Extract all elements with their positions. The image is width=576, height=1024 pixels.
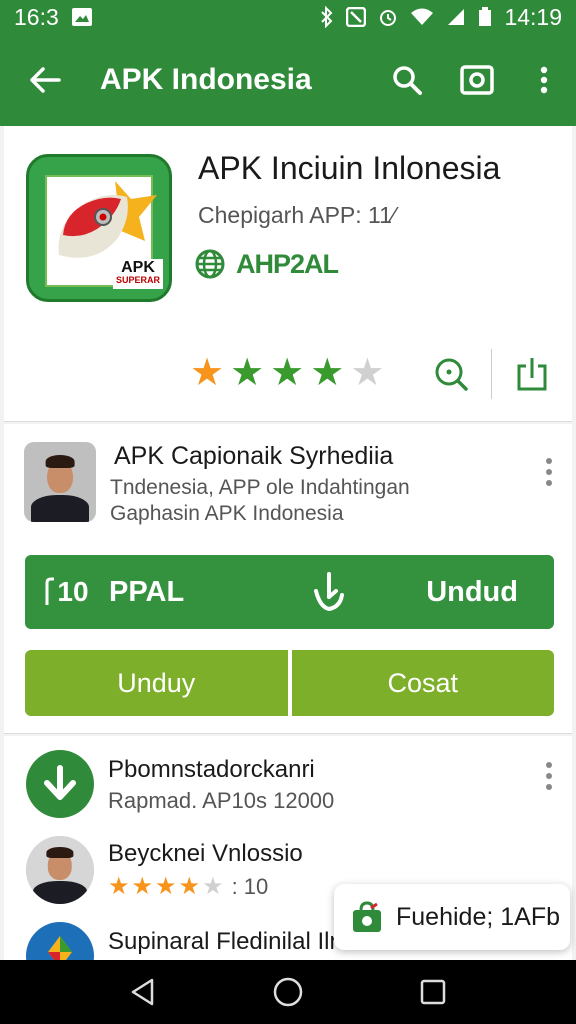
search-icon (393, 66, 422, 95)
cosat-button[interactable]: Cosat (291, 650, 554, 716)
developer-row[interactable]: AHP2AL (194, 248, 339, 280)
publisher-card: APK Capionaik Syrhediia Tndenesia, APP o… (4, 424, 572, 734)
battery-icon (478, 7, 492, 27)
overflow-menu-button[interactable] (512, 34, 576, 126)
search-button[interactable] (372, 34, 442, 126)
publisher-title: APK Capionaik Syrhediia (114, 442, 394, 470)
alarm-icon (378, 7, 398, 27)
screenshot-button[interactable] (442, 34, 512, 126)
bluetooth-icon (320, 6, 334, 28)
share-button[interactable] (492, 344, 572, 404)
touch-download-icon (269, 571, 388, 613)
download-bar[interactable]: 10 PPAL Undud (25, 555, 554, 629)
publisher-location: Gaphasin APK Indonesia (110, 502, 344, 525)
download-left-label: PPAL (109, 575, 185, 608)
arrow-back-icon (30, 67, 61, 93)
nfc-icon (346, 7, 367, 27)
app-header-card: APK SUPERAR APK Inciuin Inlonesia Chepig… (4, 126, 572, 422)
status-time-left: 16:3 (14, 3, 59, 30)
wifi-icon (410, 7, 434, 27)
zoom-icon (435, 358, 468, 391)
app-bar: APK Indonesia (0, 34, 576, 126)
app-logo-icon (26, 922, 94, 960)
snackbar-text: Fuehide; 1AFb (396, 902, 560, 931)
star-icon: ★ (350, 352, 385, 394)
back-button[interactable] (0, 34, 90, 126)
unduh-button[interactable]: Unduy (25, 650, 288, 716)
shopping-bag-icon (353, 901, 381, 932)
app-icon-badge: APK SUPERAR (112, 259, 163, 289)
circle-home-icon (273, 977, 303, 1007)
rating-stars: ★ ★ ★ ★ ★ (190, 354, 384, 392)
app-icon[interactable]: APK SUPERAR (26, 154, 172, 302)
publisher-description: Tndenesia, APP ole Indahtingan (110, 476, 410, 499)
star-icon: ★ (230, 352, 265, 394)
globe-icon (195, 249, 225, 279)
triangle-back-icon (131, 978, 153, 1006)
snackbar[interactable]: Fuehide; 1AFb (334, 884, 570, 950)
nav-recents-button[interactable] (408, 967, 458, 1017)
nav-back-button[interactable] (118, 967, 168, 1017)
zoom-button[interactable] (411, 344, 491, 404)
navigation-bar (0, 960, 576, 1024)
square-recents-icon (421, 979, 446, 1005)
camera-frame-icon (460, 65, 494, 95)
status-time-right: 14:19 (504, 3, 562, 30)
size-icon: 10 (25, 576, 109, 608)
avatar[interactable] (24, 442, 96, 522)
status-bar: 16:3 14:19 (0, 0, 576, 34)
more-vert-icon (540, 66, 548, 94)
action-buttons: Unduy Cosat (25, 650, 554, 716)
nav-home-button[interactable] (263, 967, 313, 1017)
download-button-label: Undud (426, 575, 518, 608)
image-notification-icon (71, 7, 93, 27)
app-version: Chepigarh APP: 11⁄ (198, 202, 396, 228)
signal-icon (446, 7, 466, 27)
header-actions (411, 344, 572, 404)
app-name: APK Inciuin Inlonesia (198, 150, 501, 186)
share-icon (517, 358, 547, 391)
star-icon: ★ (270, 352, 305, 394)
star-icon: ★ (190, 352, 225, 394)
developer-name: AHP2AL (236, 248, 339, 279)
list-item-title: Supinaral Fledinilal Ilna (108, 928, 357, 955)
star-icon: ★ (310, 352, 345, 394)
page-title: APK Indonesia (100, 63, 312, 96)
publisher-more-button[interactable] (534, 452, 564, 492)
